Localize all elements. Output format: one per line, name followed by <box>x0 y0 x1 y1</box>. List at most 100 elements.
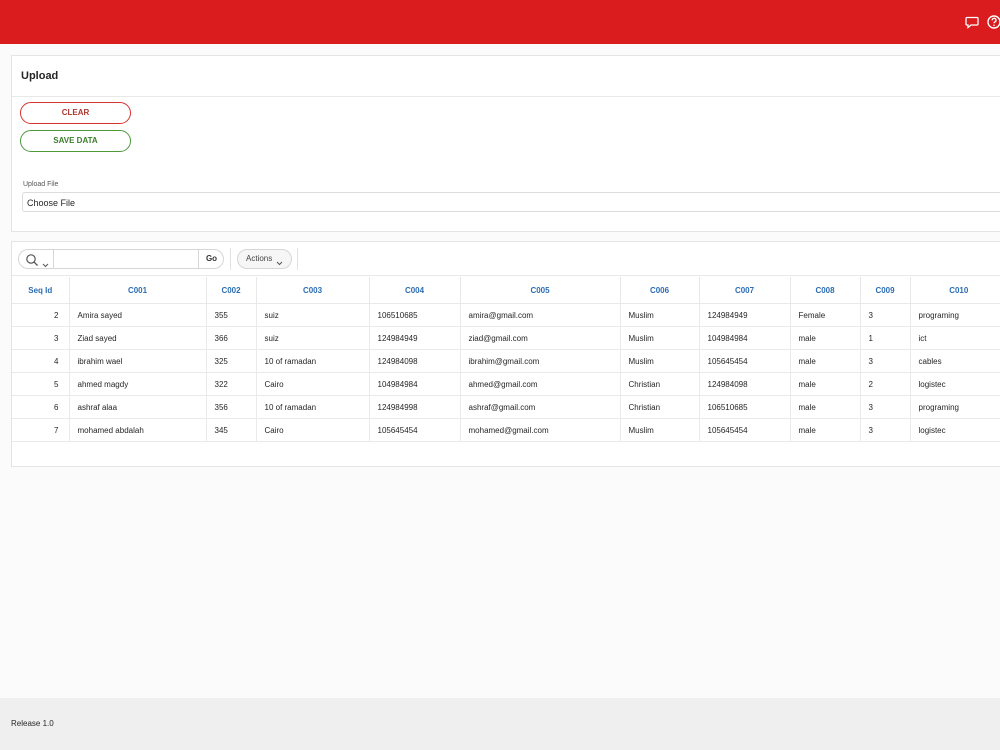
table-row: 4 ibrahim wael 325 10 of ramadan 1249840… <box>12 349 1000 373</box>
table-cell: 105645454 <box>699 349 791 373</box>
chat-icon[interactable] <box>964 14 980 30</box>
table-cell: 345 <box>206 418 257 442</box>
table-row: 3 Ziad sayed 366 suiz 124984949 ziad@gma… <box>12 326 1000 350</box>
table-cell: 2 <box>860 372 911 396</box>
table-cell: amira@gmail.com <box>460 303 621 327</box>
table-cell: 124984998 <box>369 395 461 419</box>
report-toolbar: Go Actions <box>12 242 1000 276</box>
table-cell: 104984984 <box>369 372 461 396</box>
table-cell: 124984949 <box>369 326 461 350</box>
table-cell: 7 <box>12 418 70 442</box>
upload-region: Upload CLEAR SAVE DATA Upload File Choos… <box>11 55 1000 232</box>
table-cell: 3 <box>12 326 70 350</box>
toolbar-divider <box>297 248 298 270</box>
table-cell: male <box>790 326 861 350</box>
table-cell: 124984098 <box>699 372 791 396</box>
table-cell: male <box>790 372 861 396</box>
table-cell: ahmed@gmail.com <box>460 372 621 396</box>
upload-region-title: Upload <box>21 70 59 82</box>
column-header[interactable]: C005 <box>460 277 621 304</box>
page-footer: Release 1.0 <box>0 698 1000 750</box>
help-icon[interactable] <box>986 14 1000 30</box>
table-cell: ahmed magdy <box>69 372 207 396</box>
table-cell: suiz <box>256 326 370 350</box>
search-input[interactable] <box>55 251 201 269</box>
table-cell: 3 <box>860 418 911 442</box>
actions-label: Actions <box>246 254 273 263</box>
table-cell: male <box>790 418 861 442</box>
toolbar-divider <box>230 248 231 270</box>
table-cell: 124984949 <box>699 303 791 327</box>
upload-file-input[interactable]: Choose File <box>22 192 1000 212</box>
table-cell: male <box>790 349 861 373</box>
table-cell: 106510685 <box>369 303 461 327</box>
table-cell: 10 of ramadan <box>256 349 370 373</box>
table-cell: mohamed@gmail.com <box>460 418 621 442</box>
table-cell: 3 <box>860 395 911 419</box>
go-button[interactable]: Go <box>198 250 224 268</box>
table-cell: Cairo <box>256 372 370 396</box>
table-cell: programing <box>910 395 1000 419</box>
data-report-region: Go Actions Seq Id C001 C002 C003 C004 C0… <box>11 241 1000 467</box>
table-cell: suiz <box>256 303 370 327</box>
table-cell: ibrahim@gmail.com <box>460 349 621 373</box>
table-cell: 106510685 <box>699 395 791 419</box>
table-cell: ziad@gmail.com <box>460 326 621 350</box>
table-cell: programing <box>910 303 1000 327</box>
table-cell: mohamed abdalah <box>69 418 207 442</box>
table-cell: 356 <box>206 395 257 419</box>
table-cell: Muslim <box>620 326 700 350</box>
column-header[interactable]: C008 <box>790 277 861 304</box>
column-header[interactable]: Seq Id <box>12 277 70 304</box>
report-table: Seq Id C001 C002 C003 C004 C005 C006 C00… <box>12 277 1000 442</box>
table-cell: 10 of ramadan <box>256 395 370 419</box>
table-header-row: Seq Id C001 C002 C003 C004 C005 C006 C00… <box>12 277 1000 304</box>
table-cell: 1 <box>860 326 911 350</box>
table-cell: 6 <box>12 395 70 419</box>
table-row: 6 ashraf alaa 356 10 of ramadan 12498499… <box>12 395 1000 419</box>
save-data-button[interactable]: SAVE DATA <box>20 130 131 152</box>
table-cell: Muslim <box>620 418 700 442</box>
table-cell: 105645454 <box>369 418 461 442</box>
search-icon[interactable] <box>25 253 39 267</box>
column-header[interactable]: C004 <box>369 277 461 304</box>
column-header[interactable]: C009 <box>860 277 911 304</box>
table-cell: logistec <box>910 372 1000 396</box>
upload-file-label: Upload File <box>23 181 59 188</box>
table-cell: ashraf alaa <box>69 395 207 419</box>
table-cell: Christian <box>620 372 700 396</box>
column-header[interactable]: C007 <box>699 277 791 304</box>
column-header[interactable]: C003 <box>256 277 370 304</box>
region-divider <box>12 96 1000 97</box>
table-cell: Female <box>790 303 861 327</box>
table-cell: cables <box>910 349 1000 373</box>
table-cell: 124984098 <box>369 349 461 373</box>
chevron-down-icon <box>276 256 283 266</box>
table-cell: Muslim <box>620 303 700 327</box>
table-cell: 104984984 <box>699 326 791 350</box>
actions-menu-button[interactable]: Actions <box>237 249 292 269</box>
table-cell: 322 <box>206 372 257 396</box>
table-cell: 3 <box>860 349 911 373</box>
table-cell: logistec <box>910 418 1000 442</box>
table-row: 5 ahmed magdy 322 Cairo 104984984 ahmed@… <box>12 372 1000 396</box>
table-cell: Amira sayed <box>69 303 207 327</box>
table-cell: 355 <box>206 303 257 327</box>
clear-button[interactable]: CLEAR <box>20 102 131 124</box>
top-header-bar <box>0 0 1000 44</box>
column-header[interactable]: C002 <box>206 277 257 304</box>
table-cell: ashraf@gmail.com <box>460 395 621 419</box>
column-header[interactable]: C010 <box>910 277 1000 304</box>
search-bar: Go <box>18 249 224 269</box>
column-header[interactable]: C001 <box>69 277 207 304</box>
chevron-down-icon[interactable] <box>42 256 49 268</box>
choose-file-button[interactable]: Choose File <box>27 198 75 208</box>
table-cell: 325 <box>206 349 257 373</box>
table-cell: ibrahim wael <box>69 349 207 373</box>
column-header[interactable]: C006 <box>620 277 700 304</box>
table-cell: 5 <box>12 372 70 396</box>
table-row: 7 mohamed abdalah 345 Cairo 105645454 mo… <box>12 418 1000 442</box>
table-cell: ict <box>910 326 1000 350</box>
table-cell: 4 <box>12 349 70 373</box>
table-cell: male <box>790 395 861 419</box>
